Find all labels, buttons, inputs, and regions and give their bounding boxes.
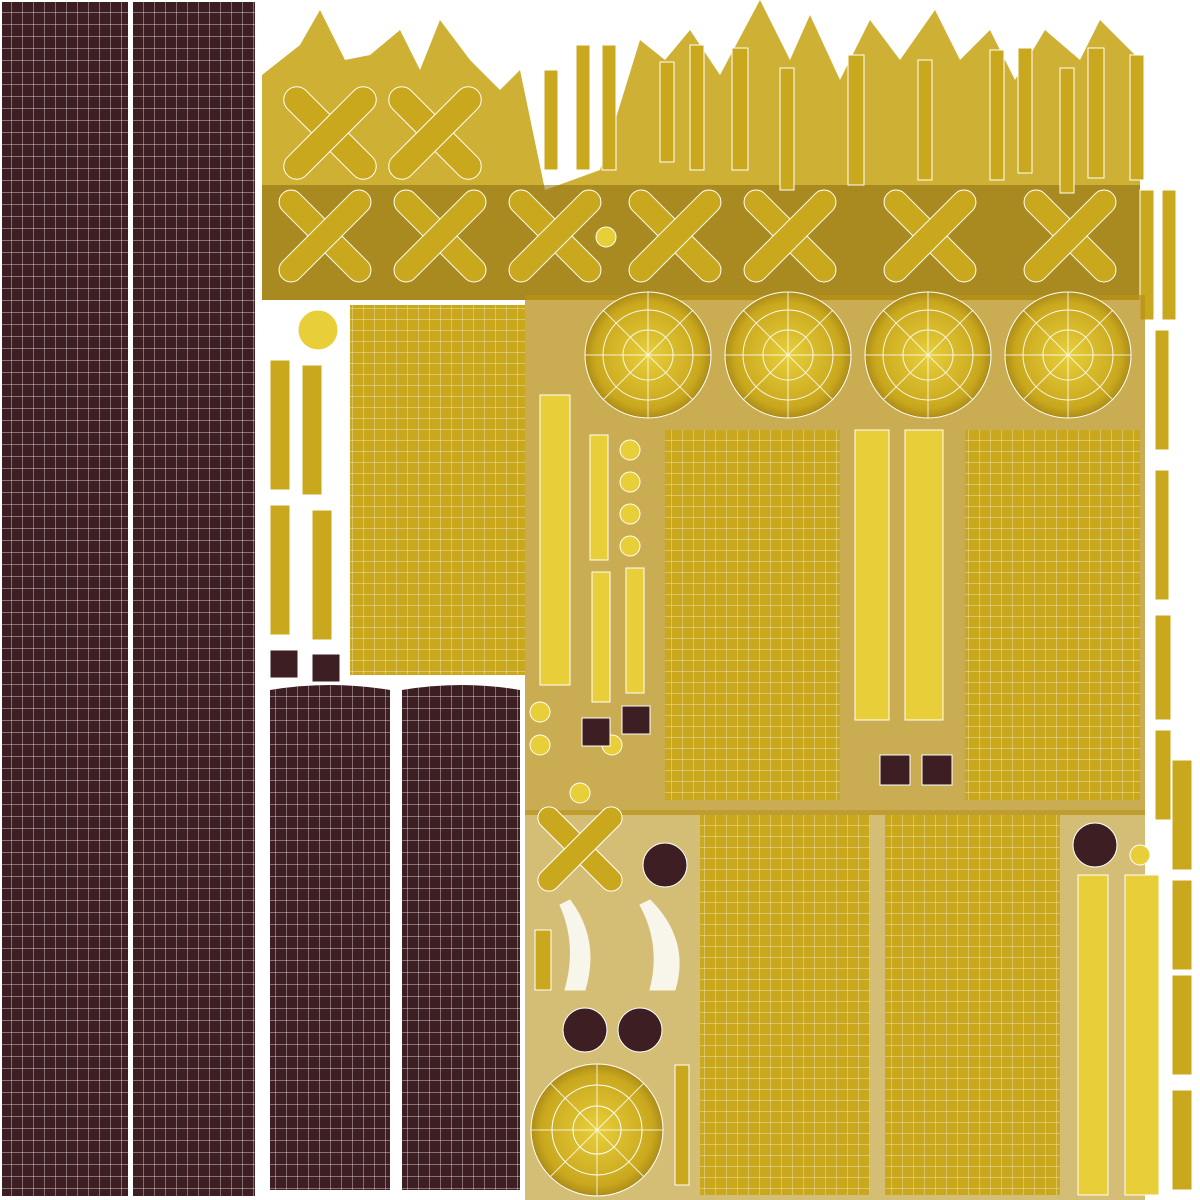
grid-panel: [350, 305, 525, 675]
wood-panel-left: [2, 2, 128, 1196]
wood-panel-right: [133, 2, 255, 1196]
radial-disc: [530, 1063, 664, 1197]
uv-texture-map: [0, 0, 1200, 1200]
